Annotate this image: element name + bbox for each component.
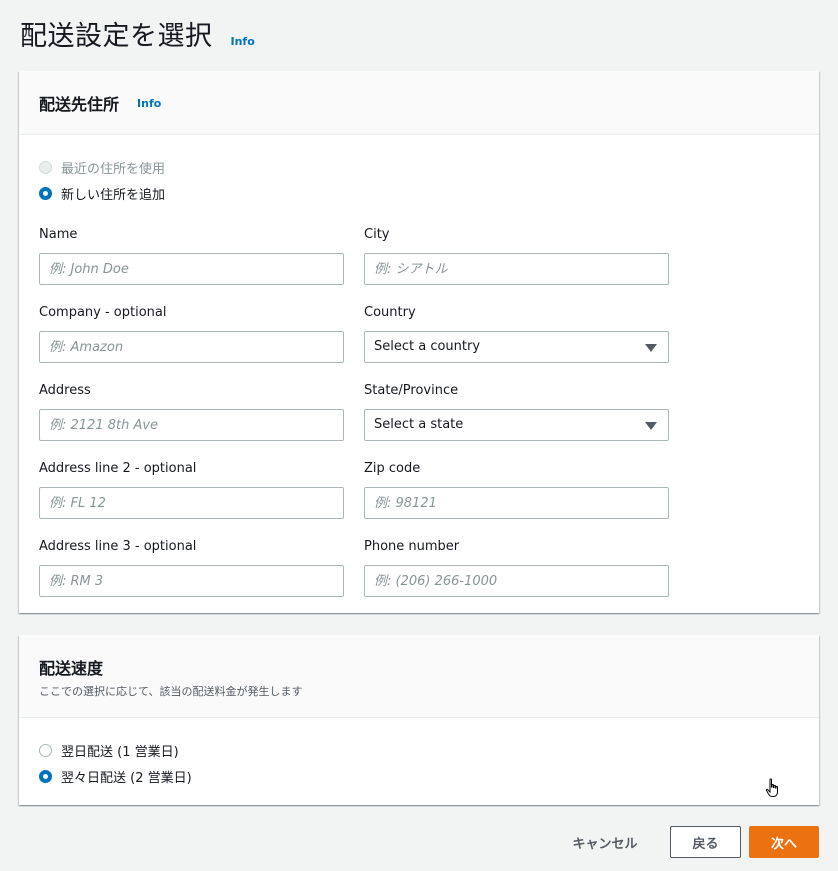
radio-label: 新しい住所を追加 — [61, 188, 166, 203]
state-select-value: Select a state — [374, 417, 464, 432]
page-title: 配送設定を選択 — [20, 21, 213, 52]
radio-button[interactable] — [39, 770, 52, 783]
radio-button[interactable] — [39, 187, 52, 200]
radio-use-recent-address: 最近の住所を使用 — [39, 158, 165, 177]
cancel-button[interactable]: キャンセル — [560, 826, 650, 858]
phone-input[interactable] — [364, 565, 669, 597]
shipping-address-panel: 配送先住所 Info 最近の住所を使用 新しい住所を追加 Name Compan… — [19, 71, 819, 613]
name-label: Name — [39, 227, 78, 242]
address-line-2-input[interactable] — [39, 487, 344, 519]
zip-input[interactable] — [364, 487, 669, 519]
address-line-2-field: Address line 2 - optional — [39, 460, 344, 519]
shipping-speed-title: 配送速度 — [39, 659, 104, 678]
company-label: Company - optional — [39, 305, 167, 320]
address-label: Address — [39, 383, 91, 398]
radio-add-new-address[interactable]: 新しい住所を追加 — [39, 184, 165, 203]
state-field: State/Province Select a state — [364, 382, 669, 441]
company-input[interactable] — [39, 331, 344, 363]
address-line-2-label: Address line 2 - optional — [39, 461, 197, 476]
country-label: Country — [364, 305, 416, 320]
radio-label: 翌々日配送 (2 営業日) — [61, 771, 192, 786]
radio-label: 翌日配送 (1 営業日) — [61, 745, 179, 760]
address-line-3-input[interactable] — [39, 565, 344, 597]
zip-label: Zip code — [364, 461, 421, 476]
company-field: Company - optional — [39, 304, 344, 363]
city-input[interactable] — [364, 253, 669, 285]
city-label: City — [364, 227, 390, 242]
radio-button[interactable] — [39, 744, 52, 757]
zip-field: Zip code — [364, 460, 669, 519]
country-field: Country Select a country — [364, 304, 669, 363]
address-field: Address — [39, 382, 344, 441]
back-button[interactable]: 戻る — [670, 826, 741, 858]
radio-next-day[interactable]: 翌日配送 (1 営業日) — [39, 741, 179, 760]
next-button[interactable]: 次へ — [749, 826, 819, 858]
shipping-speed-description: ここでの選択に応じて、該当の配送料金が発生します — [39, 685, 303, 698]
address-input[interactable] — [39, 409, 344, 441]
country-select-value: Select a country — [374, 339, 481, 354]
radio-label: 最近の住所を使用 — [61, 162, 166, 177]
shipping-address-info-link[interactable]: Info — [137, 97, 161, 110]
state-select[interactable]: Select a state — [364, 409, 669, 441]
name-field: Name — [39, 226, 344, 285]
state-label: State/Province — [364, 383, 459, 398]
address-line-3-label: Address line 3 - optional — [39, 539, 197, 554]
caret-down-icon — [645, 422, 657, 430]
phone-field: Phone number — [364, 538, 669, 597]
shipping-speed-header: 配送速度 ここでの選択に応じて、該当の配送料金が発生します — [19, 635, 819, 718]
shipping-speed-panel: 配送速度 ここでの選択に応じて、該当の配送料金が発生します 翌日配送 (1 営業… — [19, 635, 819, 805]
radio-button — [39, 161, 52, 174]
hand-pointer-icon — [765, 778, 778, 797]
page-info-link[interactable]: Info — [231, 35, 255, 48]
city-field: City — [364, 226, 669, 285]
radio-two-day[interactable]: 翌々日配送 (2 営業日) — [39, 767, 192, 786]
shipping-address-title: 配送先住所 — [39, 94, 120, 114]
caret-down-icon — [645, 344, 657, 352]
address-line-3-field: Address line 3 - optional — [39, 538, 344, 597]
country-select[interactable]: Select a country — [364, 331, 669, 363]
phone-label: Phone number — [364, 539, 460, 554]
name-input[interactable] — [39, 253, 344, 285]
page-header: 配送設定を選択 Info — [20, 14, 255, 52]
shipping-address-header: 配送先住所 Info — [19, 71, 819, 135]
